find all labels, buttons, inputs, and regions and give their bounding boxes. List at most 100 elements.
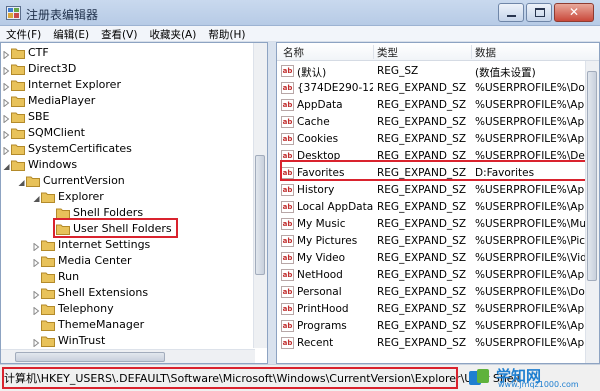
close-button[interactable]: ✕ (554, 3, 594, 22)
string-value-icon: ab (281, 218, 294, 230)
value-row[interactable]: ab Recent REG_EXPAND_SZ %USERPROFILE%\App (277, 335, 599, 352)
tree-horizontal-scrollbar[interactable] (1, 349, 255, 363)
value-row[interactable]: ab PrintHood REG_EXPAND_SZ %USERPROFILE%\Ap… (277, 301, 599, 318)
menu-edit[interactable]: 编辑(E) (47, 26, 95, 41)
tree-item[interactable]: SBE (1, 109, 251, 125)
tree-item[interactable]: Internet Explorer (1, 77, 251, 93)
tree-item[interactable]: Run (1, 269, 251, 285)
value-row[interactable]: ab Local AppData REG_EXPAND_SZ %USERPROFILE… (277, 199, 599, 216)
tree-item[interactable]: Explorer (1, 189, 251, 205)
tree-item[interactable]: Direct3D (1, 61, 251, 77)
tree-item-label: SBE (28, 110, 50, 123)
title-bar: 注册表编辑器 ✕ (0, 0, 600, 26)
value-data: %USERPROFILE%\Mus (475, 218, 585, 230)
collapsed-arrow-icon[interactable] (3, 129, 10, 140)
string-value-icon: ab (281, 235, 294, 247)
collapsed-arrow-icon[interactable] (33, 257, 40, 268)
value-row[interactable]: ab Programs REG_EXPAND_SZ %USERPROFILE%\App (277, 318, 599, 335)
tree-item[interactable]: ThemeManager (1, 317, 251, 333)
folder-icon (41, 255, 55, 270)
expanded-arrow-icon[interactable] (18, 177, 25, 186)
collapsed-arrow-icon[interactable] (33, 305, 40, 316)
expanded-arrow-icon[interactable] (33, 193, 40, 202)
menu-view[interactable]: 查看(V) (95, 26, 143, 41)
minimize-button[interactable] (498, 3, 524, 22)
value-row[interactable]: ab My Pictures REG_EXPAND_SZ %USERPROFILE%\… (277, 233, 599, 250)
tree-item[interactable]: SQMClient (1, 125, 251, 141)
value-row[interactable]: ab{374DE290-12... REG_EXPAND_SZ %USERPROFI… (277, 80, 599, 97)
value-name: Programs (297, 320, 347, 332)
value-name: Recent (297, 337, 334, 349)
value-name: History (297, 184, 335, 196)
tree-item[interactable]: MediaPlayer (1, 93, 251, 109)
tree-item[interactable]: CurrentVersion (1, 173, 251, 189)
tree-item-label: Telephony (58, 302, 114, 315)
column-divider[interactable] (471, 45, 472, 59)
collapsed-arrow-icon[interactable] (33, 289, 40, 300)
tree-item[interactable]: Telephony (1, 301, 251, 317)
menu-help[interactable]: 帮助(H) (202, 26, 251, 41)
collapsed-arrow-icon[interactable] (3, 49, 10, 60)
tree-item[interactable]: SystemCertificates (1, 141, 251, 157)
value-row[interactable]: ab Cache REG_EXPAND_SZ %USERPROFILE%\App (277, 114, 599, 131)
column-divider[interactable] (373, 45, 374, 59)
regedit-icon (6, 6, 21, 20)
value-row[interactable]: ab Personal REG_EXPAND_SZ %USERPROFILE%\Doc (277, 284, 599, 301)
string-value-icon: ab (281, 303, 294, 315)
tree-scroll-thumb[interactable] (255, 155, 265, 275)
menu-favorites[interactable]: 收藏夹(A) (143, 26, 202, 41)
tree-item[interactable]: Media Center (1, 253, 251, 269)
menu-file[interactable]: 文件(F) (0, 26, 47, 41)
tree-hscroll-thumb[interactable] (15, 352, 165, 362)
tree-item-label: Shell Extensions (58, 286, 149, 299)
value-name: Local AppData (297, 201, 373, 213)
list-vertical-scrollbar[interactable] (585, 61, 599, 363)
value-row[interactable]: ab My Music REG_EXPAND_SZ %USERPROFILE%\Mus (277, 216, 599, 233)
value-row[interactable]: ab AppData REG_EXPAND_SZ %USERPROFILE%\App (277, 97, 599, 114)
key-tree[interactable]: CTF Direct3D Internet Explorer MediaPlayer S… (0, 42, 268, 364)
value-type: REG_EXPAND_SZ (377, 337, 467, 349)
minimize-icon (507, 15, 516, 17)
tree-item[interactable]: Shell Extensions (1, 285, 251, 301)
value-type: REG_EXPAND_SZ (377, 286, 467, 298)
collapsed-arrow-icon[interactable] (3, 145, 10, 156)
maximize-icon (535, 8, 545, 17)
column-name[interactable]: 名称 (283, 45, 304, 60)
column-data[interactable]: 数据 (475, 45, 496, 60)
list-scroll-thumb[interactable] (587, 71, 597, 281)
tree-item[interactable]: Internet Settings (1, 237, 251, 253)
values-list[interactable]: 名称 类型 数据 ab (默认) REG_SZ (数值未设置) ab {374DE290-… (276, 42, 600, 364)
value-name: Cache (297, 116, 330, 128)
value-row[interactable]: ab (默认) REG_SZ (数值未设置) (277, 63, 599, 80)
folder-icon (41, 319, 55, 334)
string-value-icon: ab (281, 133, 294, 145)
tree-item[interactable]: WinTrust (1, 333, 251, 349)
value-type: REG_EXPAND_SZ (377, 252, 467, 264)
pane-splitter[interactable] (268, 42, 276, 364)
value-type: REG_EXPAND_SZ (377, 235, 467, 247)
folder-icon (41, 303, 55, 318)
tree-item-label: ThemeManager (58, 318, 145, 331)
value-row[interactable]: ab History REG_EXPAND_SZ %USERPROFILE%\App (277, 182, 599, 199)
tree-vertical-scrollbar[interactable] (253, 43, 267, 348)
column-type[interactable]: 类型 (377, 45, 398, 60)
collapsed-arrow-icon[interactable] (33, 337, 40, 348)
tree-item[interactable]: CTF (1, 45, 251, 61)
collapsed-arrow-icon[interactable] (3, 65, 10, 76)
expanded-arrow-icon[interactable] (3, 161, 10, 170)
value-row[interactable]: ab My Video REG_EXPAND_SZ %USERPROFILE%\Vid… (277, 250, 599, 267)
value-data: %USERPROFILE%\App (475, 337, 585, 349)
tree-item[interactable]: Windows (1, 157, 251, 173)
value-row[interactable]: ab Cookies REG_EXPAND_SZ %USERPROFILE%\App (277, 131, 599, 148)
collapsed-arrow-icon[interactable] (3, 113, 10, 124)
maximize-button[interactable] (526, 3, 552, 22)
tree-item-label: Direct3D (28, 62, 77, 75)
collapsed-arrow-icon[interactable] (33, 241, 40, 252)
collapsed-arrow-icon[interactable] (3, 81, 10, 92)
value-name: Cookies (297, 133, 339, 145)
value-name: Personal (297, 286, 342, 298)
collapsed-arrow-icon[interactable] (3, 97, 10, 108)
tree-item-label: MediaPlayer (28, 94, 96, 107)
value-row[interactable]: ab NetHood REG_EXPAND_SZ %USERPROFILE%\App (277, 267, 599, 284)
value-type: REG_EXPAND_SZ (377, 269, 467, 281)
